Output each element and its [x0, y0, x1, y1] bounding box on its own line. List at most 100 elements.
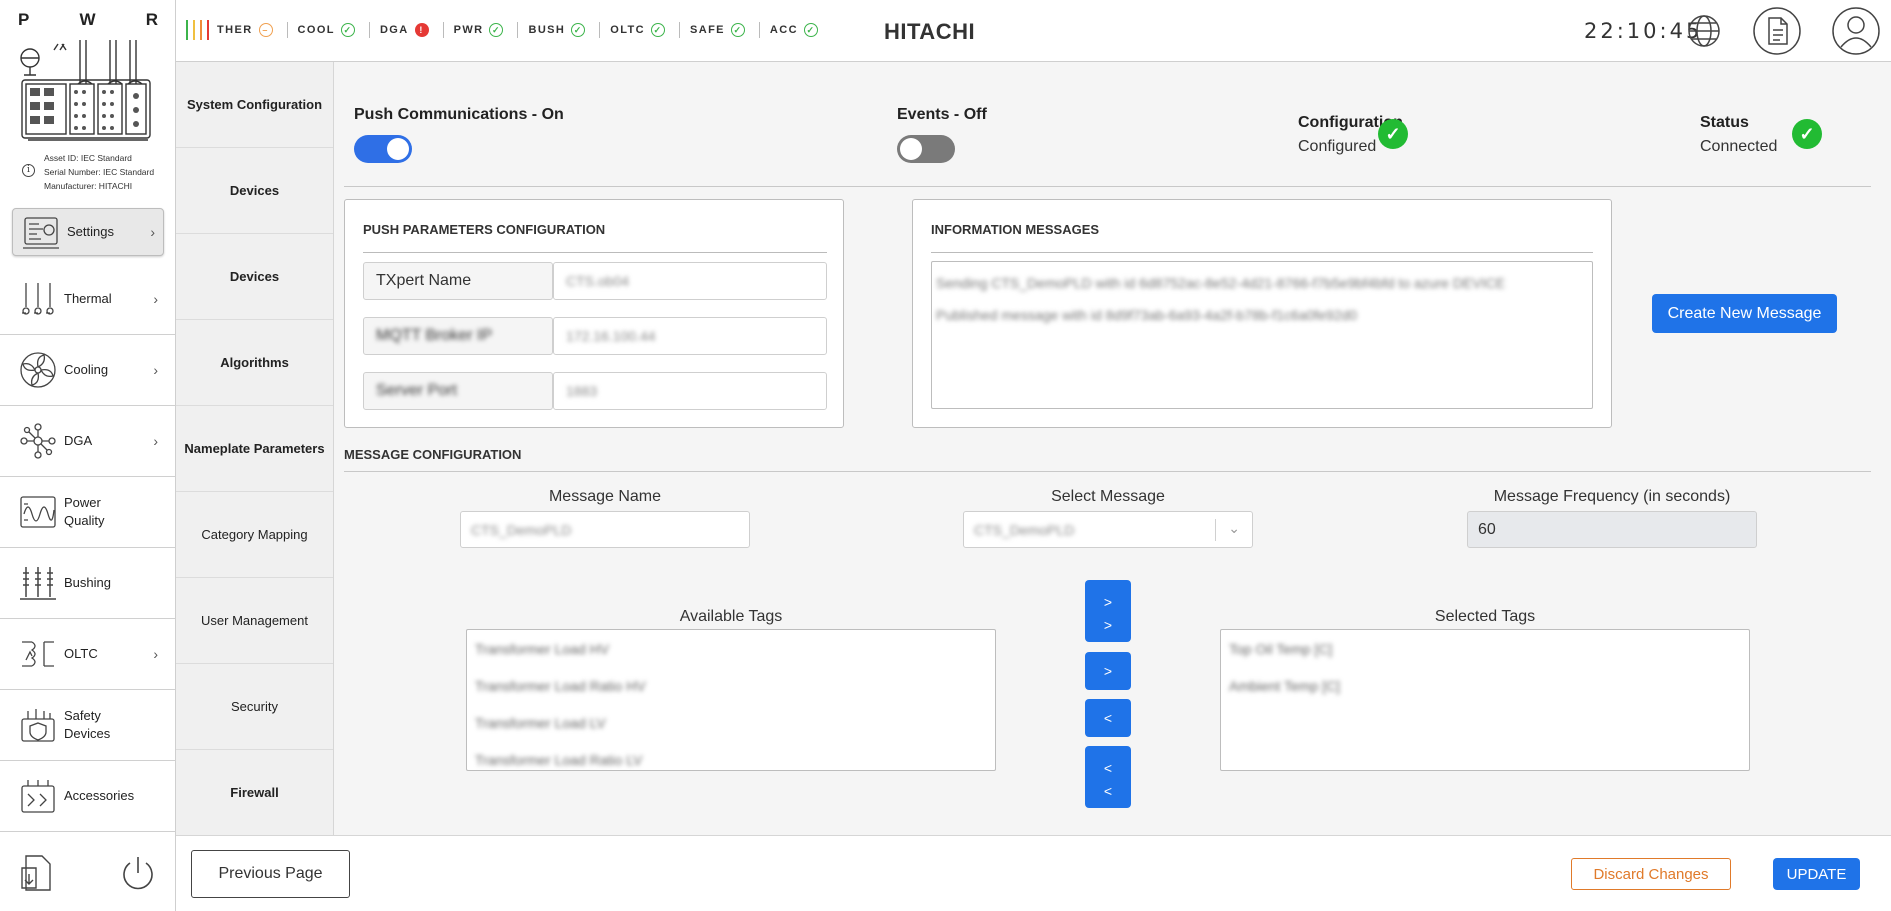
selected-tags-list[interactable]: Top Oil Temp [C] Ambient Temp [C] [1220, 629, 1750, 771]
status-dga[interactable]: DGA ! [368, 22, 429, 38]
check-icon: ✓ [803, 23, 818, 37]
add-all-tags-button[interactable]: > > [1085, 580, 1131, 642]
message-name-label: Message Name [548, 488, 662, 505]
sidebar-item-thermal[interactable]: Thermal › [0, 264, 176, 335]
document-icon[interactable] [1752, 6, 1802, 56]
previous-page-button[interactable]: Previous Page [191, 850, 350, 898]
subnav-nameplate-parameters[interactable]: Nameplate Parameters [176, 406, 333, 492]
tap-changer-icon [22, 641, 54, 667]
list-item[interactable]: Transformer Load HV [475, 638, 987, 675]
txpert-name-row: TXpert Name CTS.ob04 [363, 262, 827, 300]
push-communications-label: Push Communications - On [354, 106, 564, 123]
configuration-value: Configured [1298, 138, 1377, 155]
selected-tags-label: Selected Tags [1434, 608, 1536, 625]
status-acc[interactable]: ACC ✓ [758, 22, 818, 38]
power-icon[interactable] [118, 853, 158, 893]
chevron-right-icon: › [153, 291, 158, 307]
server-port-input[interactable]: 1883 [553, 372, 827, 410]
info-icon[interactable]: i [22, 164, 35, 177]
globe-icon[interactable] [1686, 13, 1722, 49]
status-label: PWR [453, 24, 484, 36]
settings-icon [23, 217, 59, 249]
sidebar-item-bushing[interactable]: Bushing [0, 548, 176, 619]
status-bush[interactable]: BUSH ✓ [517, 22, 586, 38]
list-item[interactable]: Top Oil Temp [C] [1229, 638, 1741, 675]
asset-id: Asset ID: IEC Standard [44, 153, 132, 163]
select-message-dropdown[interactable]: CTS_DemoPLD ⌄ [963, 511, 1253, 548]
sidebar-item-label: Power Quality [64, 495, 105, 528]
status-safe[interactable]: SAFE ✓ [678, 22, 745, 38]
check-icon: ✓ [730, 23, 745, 37]
status-cool[interactable]: COOL ✓ [286, 22, 355, 38]
sidebar-item-settings[interactable]: Settings › [12, 208, 164, 256]
sidebar-item-cooling[interactable]: Cooling › [0, 335, 176, 406]
status-oltc[interactable]: OLTC ✓ [599, 22, 665, 38]
status-label: ACC [769, 24, 798, 36]
save-icon[interactable] [18, 854, 54, 892]
sidebar-item-safety-devices[interactable]: Safety Devices [0, 690, 176, 761]
update-button[interactable]: UPDATE [1773, 858, 1860, 890]
information-messages-log[interactable]: Sending CTS_DemoPLD with id 6d8752ac-8e5… [931, 261, 1593, 409]
subnav-algorithms[interactable]: Algorithms [176, 320, 333, 406]
subnav-firewall[interactable]: Firewall [176, 750, 333, 836]
add-tag-button[interactable]: > [1085, 652, 1131, 690]
sidebar-item-power-quality[interactable]: Power Quality [0, 477, 176, 548]
list-item[interactable]: Transformer Load LV [475, 712, 987, 749]
push-communications-toggle[interactable] [354, 135, 412, 163]
manufacturer: Manufacturer: HITACHI [44, 181, 133, 191]
message-frequency-label: Message Frequency (in seconds) [1493, 488, 1731, 505]
available-tags-label: Available Tags [679, 608, 783, 625]
subnav-security[interactable]: Security [176, 664, 333, 750]
list-item[interactable]: Ambient Temp [C] [1229, 675, 1741, 712]
status-label: BUSH [528, 24, 566, 36]
safety-device-icon [21, 709, 55, 742]
configuration-check-icon: ✓ [1378, 119, 1408, 149]
thermometer-icon [22, 283, 54, 315]
status-pwr[interactable]: PWR ✓ [442, 22, 504, 38]
chevron-right-icon: › [153, 433, 158, 449]
status-label: COOL [297, 24, 335, 36]
alarm-icon: ! [414, 23, 429, 37]
sidebar-bottom-actions [18, 853, 158, 893]
txpert-name-label: TXpert Name [363, 262, 553, 300]
message-frequency-input[interactable]: 60 [1467, 511, 1757, 548]
events-label: Events - Off [897, 106, 987, 123]
main-content: Push Communications - On Events - Off Co… [334, 62, 1891, 835]
subnav-category-mapping[interactable]: Category Mapping [176, 492, 333, 578]
sidebar-item-label: OLTC [64, 646, 98, 661]
sidebar-item-accessories[interactable]: Accessories [0, 761, 176, 832]
divider [344, 186, 1871, 187]
panel-title: INFORMATION MESSAGES [931, 222, 1100, 237]
chevron-right-icon: › [150, 224, 155, 240]
list-item[interactable]: Transformer Load Ratio HV [475, 675, 987, 712]
txpert-name-input[interactable]: CTS.ob04 [553, 262, 827, 300]
chevron-right-icon: › [153, 362, 158, 378]
discard-changes-button[interactable]: Discard Changes [1571, 858, 1731, 890]
user-icon[interactable] [1831, 6, 1881, 56]
sidebar-item-label: Bushing [64, 575, 111, 590]
subnav-user-management[interactable]: User Management [176, 578, 333, 664]
transformer-icon [20, 40, 151, 141]
create-new-message-button[interactable]: Create New Message [1652, 294, 1837, 333]
accessories-icon [21, 780, 55, 813]
settings-subnav: System Configuration Devices Devices Alg… [176, 62, 334, 836]
sidebar-item-label: Settings [67, 224, 114, 239]
broker-ip-input[interactable]: 172.16.100.44 [553, 317, 827, 355]
subnav-devices-2[interactable]: Devices [176, 234, 333, 320]
sidebar-item-dga[interactable]: DGA › [0, 406, 176, 477]
remove-all-tags-button[interactable]: < < [1085, 746, 1131, 808]
legend-w: W [79, 10, 96, 29]
remove-tag-button[interactable]: < [1085, 699, 1131, 737]
status-label: Status [1700, 114, 1749, 131]
events-toggle[interactable] [897, 135, 955, 163]
push-parameters-panel: PUSH PARAMETERS CONFIGURATION TXpert Nam… [344, 199, 844, 428]
subnav-system-configuration[interactable]: System Configuration [176, 62, 333, 148]
chevron-right-icon: › [153, 646, 158, 662]
message-name-input[interactable]: CTS_DemoPLD [460, 511, 750, 548]
status-ther[interactable]: THER – [217, 23, 273, 37]
status-bars-icon [186, 20, 209, 40]
subnav-devices[interactable]: Devices [176, 148, 333, 234]
available-tags-list[interactable]: Transformer Load HV Transformer Load Rat… [466, 629, 996, 771]
sidebar-item-oltc[interactable]: OLTC › [0, 619, 176, 690]
list-item[interactable]: Transformer Load Ratio LV [475, 749, 987, 770]
